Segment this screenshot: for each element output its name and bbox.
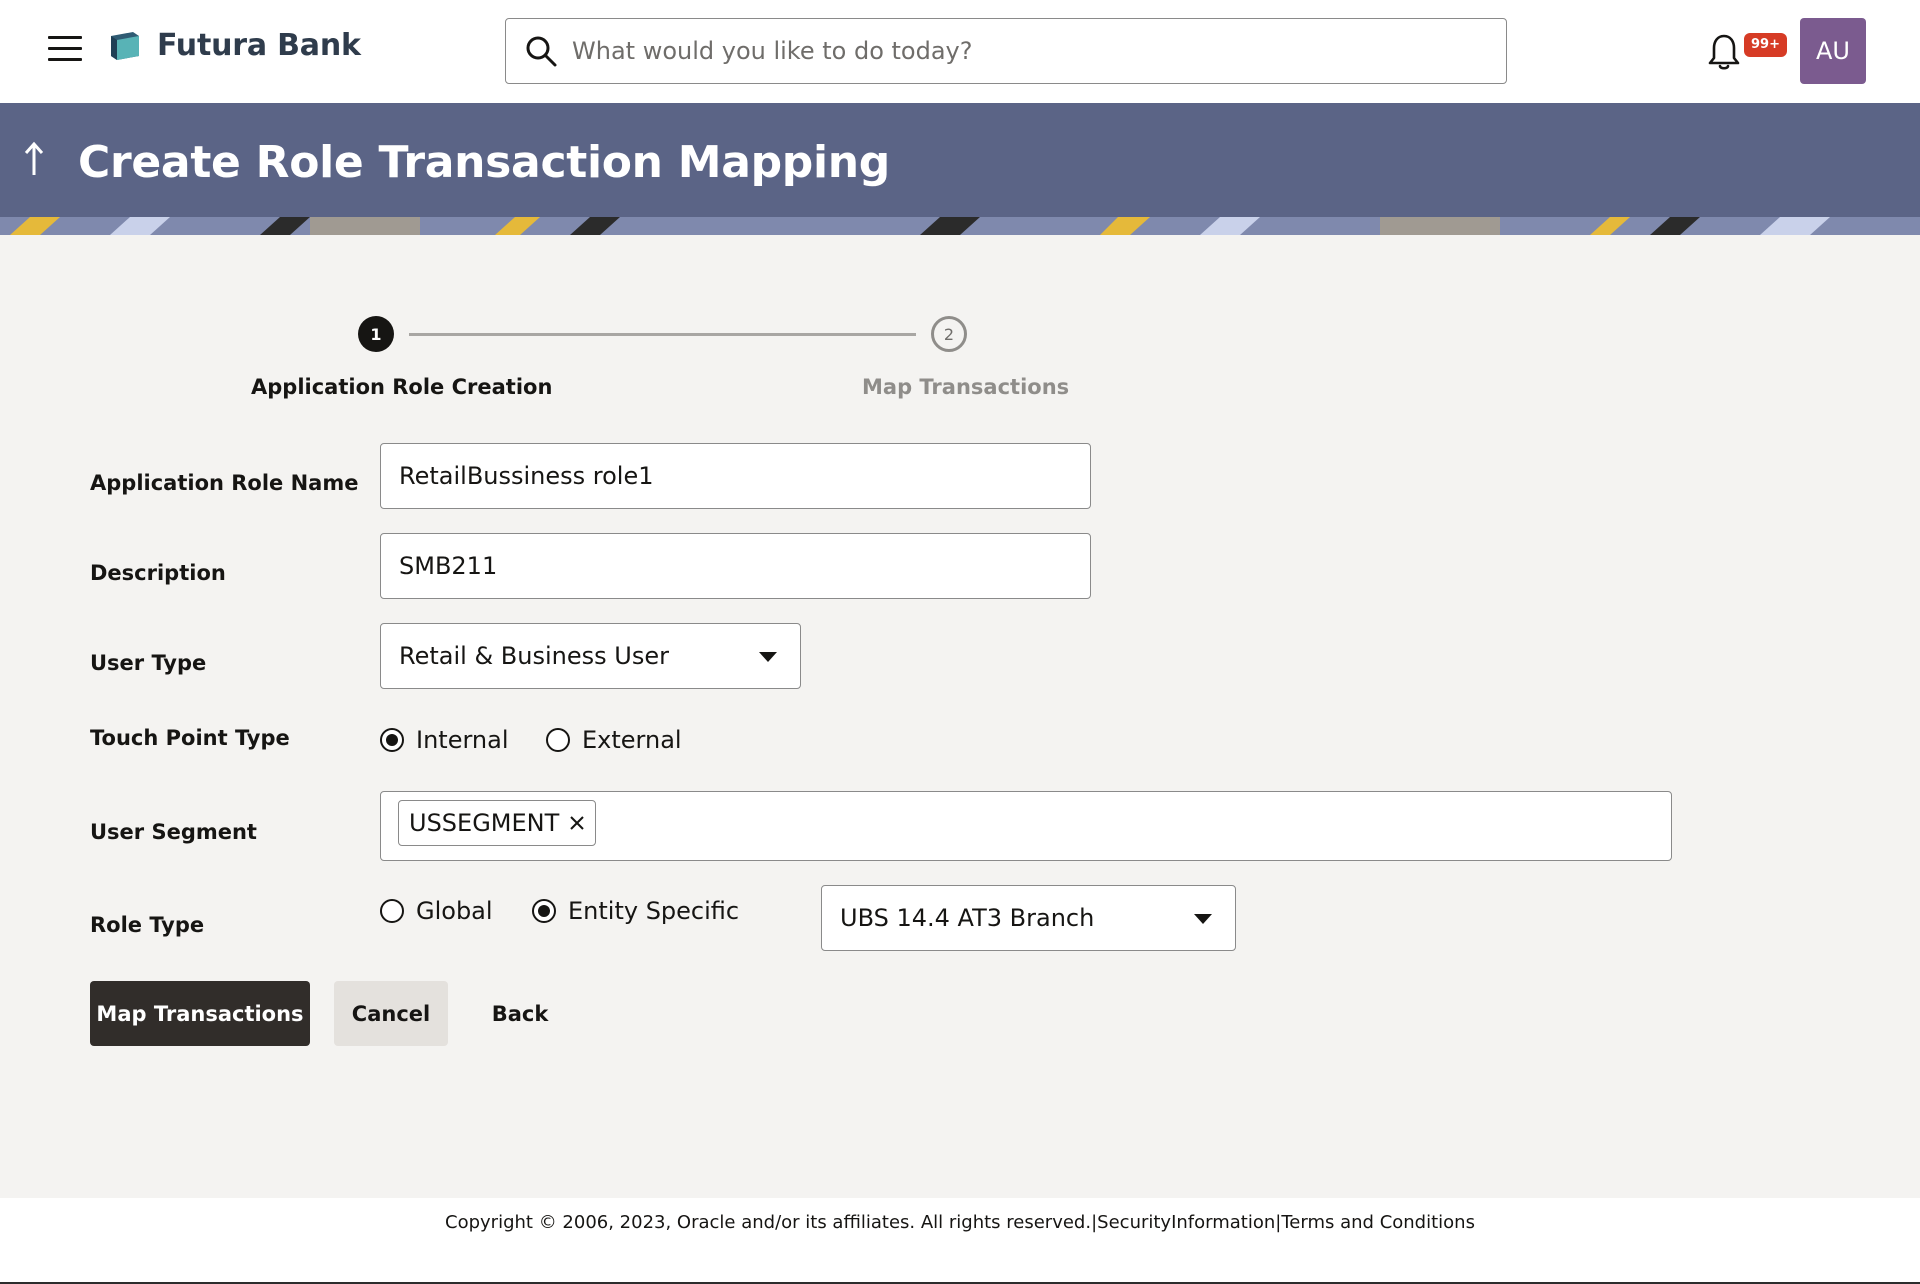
step-2-indicator: 2 — [931, 316, 967, 352]
user-segment-chip: USSEGMENT — [398, 800, 597, 846]
page-title: Create Role Transaction Mapping — [78, 137, 890, 188]
futura-bank-logo-icon — [111, 32, 139, 60]
security-information-link[interactable]: SecurityInformation — [1097, 1212, 1275, 1233]
brand-name: Futura Bank — [157, 28, 361, 63]
top-header: Futura Bank 99+ AU — [0, 0, 1920, 103]
entity-select[interactable]: UBS 14.4 AT3 Branch — [821, 885, 1236, 951]
chevron-down-icon — [759, 652, 777, 662]
radio-internal-label: Internal — [416, 726, 509, 754]
radio-entity-specific-label: Entity Specific — [568, 897, 740, 925]
radio-selected-icon — [380, 728, 404, 752]
page-footer: Copyright © 2006, 2023, Oracle and/or it… — [0, 1198, 1920, 1284]
notification-bell-icon[interactable] — [1707, 32, 1741, 72]
chevron-down-icon — [1194, 914, 1212, 924]
role-name-value: RetailBussiness role1 — [399, 462, 654, 490]
step-1-indicator: 1 — [358, 316, 394, 352]
radio-external-label: External — [582, 726, 682, 754]
radio-internal[interactable]: Internal — [380, 726, 509, 754]
notification-count-badge: 99+ — [1744, 33, 1787, 57]
radio-unselected-icon — [546, 728, 570, 752]
hamburger-menu-icon[interactable] — [48, 36, 82, 64]
entity-value: UBS 14.4 AT3 Branch — [840, 904, 1095, 932]
chip-label: USSEGMENT — [409, 809, 560, 837]
description-field[interactable]: SMB211 — [380, 533, 1091, 599]
role-name-label: Application Role Name — [90, 471, 359, 495]
user-type-value: Retail & Business User — [399, 642, 669, 670]
user-segment-label: User Segment — [90, 820, 257, 844]
radio-global[interactable]: Global — [380, 897, 493, 925]
search-icon — [526, 36, 557, 67]
cancel-button[interactable]: Cancel — [334, 981, 448, 1046]
back-button[interactable]: Back — [480, 981, 560, 1046]
copyright-text: Copyright © 2006, 2023, Oracle and/or it… — [445, 1212, 1092, 1233]
radio-unselected-icon — [380, 899, 404, 923]
terms-and-conditions-link[interactable]: Terms and Conditions — [1281, 1212, 1475, 1233]
role-type-label: Role Type — [90, 913, 205, 937]
map-transactions-button[interactable]: Map Transactions — [90, 981, 310, 1046]
user-type-label: User Type — [90, 651, 207, 675]
radio-external[interactable]: External — [546, 726, 682, 754]
global-search[interactable] — [505, 18, 1507, 84]
stepper-connector — [409, 333, 916, 336]
step-1-label: Application Role Creation — [251, 375, 553, 399]
search-input[interactable] — [572, 31, 1472, 71]
touch-point-label: Touch Point Type — [90, 726, 290, 750]
user-avatar[interactable]: AU — [1800, 18, 1866, 84]
user-type-select[interactable]: Retail & Business User — [380, 623, 801, 689]
step-2-label: Map Transactions — [862, 375, 1070, 399]
banner-pattern-stripe — [0, 217, 1920, 235]
remove-chip-close-icon[interactable] — [569, 815, 585, 831]
avatar-initials: AU — [1816, 37, 1850, 65]
radio-selected-icon — [532, 899, 556, 923]
description-label: Description — [90, 561, 226, 585]
radio-global-label: Global — [416, 897, 493, 925]
footer-text: Copyright © 2006, 2023, Oracle and/or it… — [0, 1212, 1920, 1233]
arrow-up-icon[interactable] — [20, 139, 48, 179]
role-name-field[interactable]: RetailBussiness role1 — [380, 443, 1091, 509]
radio-entity-specific[interactable]: Entity Specific — [532, 897, 739, 925]
page-banner: Create Role Transaction Mapping — [0, 103, 1920, 235]
description-value: SMB211 — [399, 552, 498, 580]
